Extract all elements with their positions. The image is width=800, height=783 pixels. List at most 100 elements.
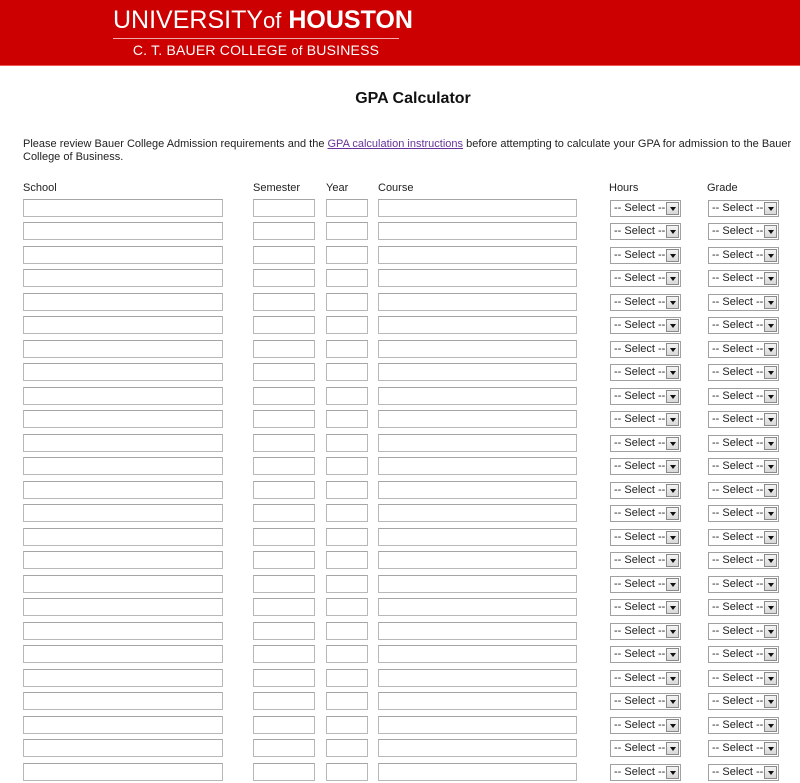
hours-select[interactable]: -- Select -- — [610, 693, 681, 710]
grade-select[interactable]: -- Select -- — [708, 199, 779, 217]
chevron-down-icon[interactable] — [666, 342, 679, 356]
hours-select[interactable]: -- Select -- — [610, 458, 681, 475]
school-input[interactable] — [23, 551, 223, 569]
year-input[interactable] — [326, 339, 368, 358]
chevron-down-icon[interactable] — [764, 648, 777, 661]
hours-select[interactable]: -- Select -- — [610, 505, 681, 522]
semester-input[interactable] — [253, 762, 315, 781]
school-input[interactable] — [23, 527, 223, 546]
year-input[interactable] — [326, 504, 368, 522]
semester-input[interactable] — [253, 574, 315, 593]
chevron-down-icon[interactable] — [666, 624, 679, 638]
chevron-down-icon[interactable] — [666, 248, 679, 262]
semester-input[interactable] — [253, 551, 315, 569]
course-input[interactable] — [378, 316, 577, 334]
year-input[interactable] — [326, 574, 368, 593]
chevron-down-icon[interactable] — [666, 460, 679, 473]
hours-select[interactable]: -- Select -- — [610, 622, 681, 640]
semester-input[interactable] — [253, 739, 315, 757]
school-input[interactable] — [23, 598, 223, 616]
grade-select[interactable]: -- Select -- — [708, 505, 779, 522]
chevron-down-icon[interactable] — [764, 742, 777, 755]
semester-input[interactable] — [253, 668, 315, 687]
chevron-down-icon[interactable] — [764, 530, 777, 544]
course-input[interactable] — [378, 551, 577, 569]
hours-select[interactable]: -- Select -- — [610, 763, 681, 781]
semester-input[interactable] — [253, 621, 315, 640]
school-input[interactable] — [23, 480, 223, 499]
chevron-down-icon[interactable] — [764, 718, 777, 732]
school-input[interactable] — [23, 339, 223, 358]
course-input[interactable] — [378, 198, 577, 217]
school-input[interactable] — [23, 668, 223, 687]
course-input[interactable] — [378, 504, 577, 522]
year-input[interactable] — [326, 645, 368, 663]
year-input[interactable] — [326, 762, 368, 781]
school-input[interactable] — [23, 457, 223, 475]
grade-select[interactable]: -- Select -- — [708, 622, 779, 640]
hours-select[interactable]: -- Select -- — [610, 317, 681, 334]
chevron-down-icon[interactable] — [666, 225, 679, 238]
year-input[interactable] — [326, 410, 368, 428]
chevron-down-icon[interactable] — [764, 319, 777, 332]
year-input[interactable] — [326, 739, 368, 757]
year-input[interactable] — [326, 668, 368, 687]
year-input[interactable] — [326, 222, 368, 240]
chevron-down-icon[interactable] — [666, 201, 679, 215]
chevron-down-icon[interactable] — [764, 201, 777, 215]
school-input[interactable] — [23, 222, 223, 240]
hours-select[interactable]: -- Select -- — [610, 575, 681, 593]
year-input[interactable] — [326, 363, 368, 381]
semester-input[interactable] — [253, 527, 315, 546]
year-input[interactable] — [326, 692, 368, 710]
grade-select[interactable]: -- Select -- — [708, 340, 779, 358]
chevron-down-icon[interactable] — [764, 765, 777, 779]
grade-select[interactable]: -- Select -- — [708, 246, 779, 264]
chevron-down-icon[interactable] — [764, 366, 777, 379]
chevron-down-icon[interactable] — [764, 601, 777, 614]
semester-input[interactable] — [253, 433, 315, 452]
course-input[interactable] — [378, 527, 577, 546]
chevron-down-icon[interactable] — [666, 671, 679, 685]
school-input[interactable] — [23, 316, 223, 334]
grade-select[interactable]: -- Select -- — [708, 458, 779, 475]
grade-select[interactable]: -- Select -- — [708, 364, 779, 381]
year-input[interactable] — [326, 621, 368, 640]
year-input[interactable] — [326, 480, 368, 499]
school-input[interactable] — [23, 292, 223, 311]
course-input[interactable] — [378, 621, 577, 640]
semester-input[interactable] — [253, 363, 315, 381]
grade-select[interactable]: -- Select -- — [708, 411, 779, 428]
year-input[interactable] — [326, 292, 368, 311]
hours-select[interactable]: -- Select -- — [610, 364, 681, 381]
semester-input[interactable] — [253, 457, 315, 475]
semester-input[interactable] — [253, 480, 315, 499]
hours-select[interactable]: -- Select -- — [610, 270, 681, 287]
course-input[interactable] — [378, 386, 577, 405]
semester-input[interactable] — [253, 692, 315, 710]
chevron-down-icon[interactable] — [764, 436, 777, 450]
semester-input[interactable] — [253, 715, 315, 734]
chevron-down-icon[interactable] — [666, 389, 679, 403]
semester-input[interactable] — [253, 222, 315, 240]
hours-select[interactable]: -- Select -- — [610, 528, 681, 546]
school-input[interactable] — [23, 363, 223, 381]
semester-input[interactable] — [253, 316, 315, 334]
course-input[interactable] — [378, 692, 577, 710]
semester-input[interactable] — [253, 339, 315, 358]
school-input[interactable] — [23, 504, 223, 522]
hours-select[interactable]: -- Select -- — [610, 411, 681, 428]
school-input[interactable] — [23, 433, 223, 452]
year-input[interactable] — [326, 527, 368, 546]
hours-select[interactable]: -- Select -- — [610, 481, 681, 499]
semester-input[interactable] — [253, 645, 315, 663]
chevron-down-icon[interactable] — [666, 601, 679, 614]
chevron-down-icon[interactable] — [764, 554, 777, 567]
grade-select[interactable]: -- Select -- — [708, 317, 779, 334]
hours-select[interactable]: -- Select -- — [610, 223, 681, 240]
chevron-down-icon[interactable] — [666, 319, 679, 332]
year-input[interactable] — [326, 269, 368, 287]
semester-input[interactable] — [253, 410, 315, 428]
school-input[interactable] — [23, 739, 223, 757]
chevron-down-icon[interactable] — [764, 624, 777, 638]
